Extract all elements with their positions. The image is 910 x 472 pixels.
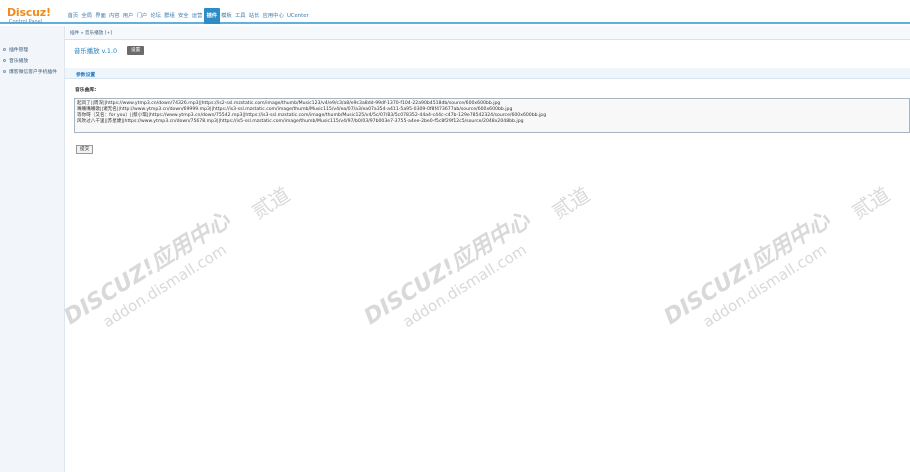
breadcrumb-bar: 插件 » 音乐播放 [+] <box>65 26 910 40</box>
sidebar-item-plugin-manage[interactable]: 插件管理 <box>3 46 28 53</box>
sidebar-item-label: 音乐播放 <box>9 59 29 64</box>
sidebar: 插件管理 音乐播放 爆客微信客户手机插件 <box>0 26 65 472</box>
sidebar-item-label: 插件管理 <box>9 48 29 53</box>
sidebar-item-wechat-plugin[interactable]: 爆客微信客户手机插件 <box>3 68 57 75</box>
section-title: 参数设置 <box>76 73 96 78</box>
nav-item-9[interactable]: 运营 <box>190 8 204 24</box>
nav-item-6[interactable]: 论坛 <box>149 8 163 24</box>
sidebar-item-music-player[interactable]: 音乐播放 <box>3 57 28 64</box>
submit-button[interactable]: 提交 <box>76 145 94 154</box>
settings-button[interactable]: 设置 <box>127 46 145 55</box>
breadcrumb[interactable]: 插件 » 音乐播放 [+] <box>70 30 112 36</box>
music-library-label: 音乐曲库: <box>75 88 97 93</box>
top-header: Discuz! Control Panel 首页 全局 界面 内容 用户 门户 论坛 群组 安全… <box>0 0 910 25</box>
top-nav: 首页 全局 界面 内容 用户 门户 论坛 群组 安全 运营 插件 模板 工具 站长 应用中心 UCenter <box>66 8 310 24</box>
nav-item-11[interactable]: 模板 <box>220 8 234 24</box>
bullet-icon <box>3 70 6 73</box>
nav-item-3[interactable]: 内容 <box>107 8 121 24</box>
admin-control-panel: Discuz! Control Panel 首页 全局 界面 内容 用户 门户 论坛 群组 安全… <box>0 0 910 472</box>
logo-subtitle: Control Panel <box>9 19 43 25</box>
logo[interactable]: Discuz! Control Panel <box>7 6 61 25</box>
music-library-textarea[interactable]: 起风了||周深||https://www.ytmp3.cn/down/74326… <box>74 98 910 133</box>
music-entry: 风吹过八千里||苏星婕||https://www.ytmp3.cn/down/7… <box>77 119 524 124</box>
nav-item-1[interactable]: 全局 <box>80 8 94 24</box>
page-title: 音乐播放 v.1.0 <box>74 47 118 55</box>
nav-item-14[interactable]: 应用中心 <box>261 8 285 24</box>
nav-item-13[interactable]: 站长 <box>247 8 261 24</box>
nav-item-12[interactable]: 工具 <box>233 8 247 24</box>
nav-item-8[interactable]: 安全 <box>176 8 190 24</box>
nav-item-2[interactable]: 界面 <box>94 8 108 24</box>
logo-title: Discuz! <box>7 6 51 19</box>
nav-item-0[interactable]: 首页 <box>66 8 80 24</box>
nav-item-10[interactable]: 插件 <box>203 8 220 24</box>
bullet-icon <box>3 59 6 62</box>
nav-item-4[interactable]: 用户 <box>121 8 135 24</box>
nav-item-5[interactable]: 门户 <box>135 8 149 24</box>
section-header: 参数设置 <box>65 68 910 79</box>
nav-item-7[interactable]: 群组 <box>163 8 177 24</box>
bullet-icon <box>3 48 6 51</box>
nav-item-15[interactable]: UCenter <box>285 8 310 24</box>
sidebar-item-label: 爆客微信客户手机插件 <box>9 70 57 75</box>
main-content: 插件 » 音乐播放 [+] 音乐播放 v.1.0 设置 参数设置 音乐曲库: 起… <box>65 26 910 472</box>
